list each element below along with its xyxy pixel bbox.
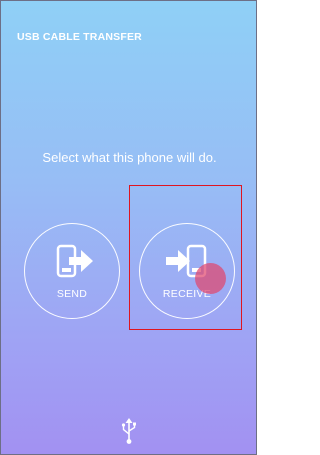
usb-cable-transfer-screen: USB CABLE TRANSFER Select what this phon…	[0, 0, 257, 455]
touch-indicator	[195, 263, 226, 294]
phone-send-icon	[56, 244, 93, 278]
send-button[interactable]: SEND	[24, 223, 120, 319]
send-label: SEND	[56, 288, 88, 300]
screen-title: USB CABLE TRANSFER	[17, 31, 142, 43]
instruction-text: Select what this phone will do.	[42, 150, 217, 165]
receive-highlight-box	[129, 185, 242, 330]
usb-icon	[121, 418, 136, 444]
